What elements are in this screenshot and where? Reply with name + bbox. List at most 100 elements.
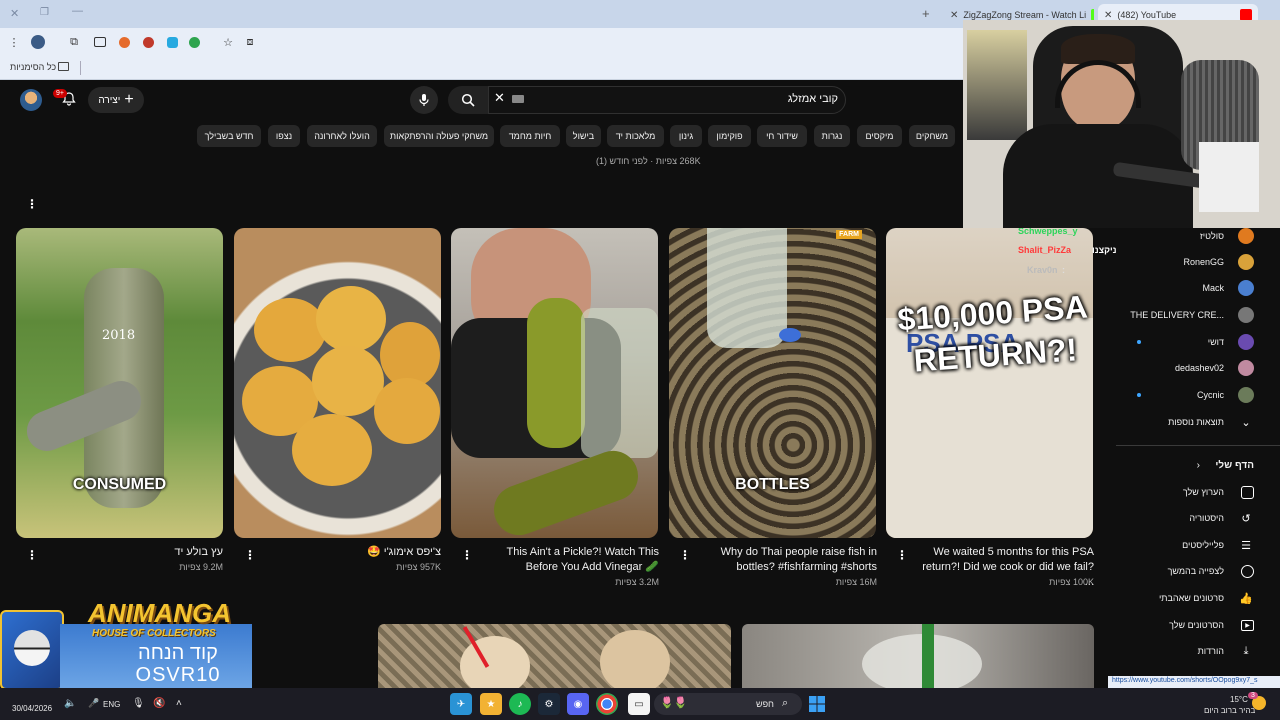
show-more-button[interactable]: תוצאות נוספות ⌄: [1120, 412, 1260, 434]
sidebar-channel[interactable]: RonenGG: [1120, 252, 1260, 274]
chip-gardening[interactable]: גינון: [670, 125, 702, 147]
weather-desc: בהיר ברוב היום: [1204, 706, 1256, 715]
short-thumbnail[interactable]: [234, 228, 441, 538]
wall-art: [967, 30, 1027, 140]
windows-start-icon[interactable]: [806, 693, 828, 715]
plus-icon: +: [124, 91, 134, 108]
sidebar-channel[interactable]: דושי: [1120, 332, 1260, 354]
file-explorer-icon[interactable]: ▭: [628, 693, 650, 715]
mute-icon[interactable]: 🔇: [153, 698, 165, 709]
short-title[interactable]: צ'יפס אימוג'י 🤩: [258, 545, 441, 560]
sidebar-item-playlists[interactable]: פלייליסטים ☰: [1120, 535, 1260, 557]
you-heading[interactable]: הדף שלי ›: [1120, 455, 1260, 477]
chrome-app-icon[interactable]: [596, 693, 618, 715]
short-more-kebab-icon[interactable]: ⋮: [244, 549, 256, 561]
sidebar-item-your-videos[interactable]: הסרטונים שלך ▶: [1120, 615, 1260, 637]
short-more-kebab-icon[interactable]: ⋮: [896, 549, 908, 561]
new-tab-button[interactable]: +: [922, 6, 930, 21]
window-restore-icon[interactable]: ❐: [40, 7, 49, 18]
sidebar-channel[interactable]: Cycnic: [1120, 385, 1260, 407]
extension-icon[interactable]: [164, 34, 180, 50]
clear-search-icon[interactable]: ✕: [494, 90, 505, 106]
all-bookmarks-link[interactable]: כל הסימניות: [10, 62, 56, 72]
sidebar-item-history[interactable]: היסטוריה ↺: [1120, 508, 1260, 530]
shorts-menu-kebab-icon[interactable]: ⋮: [26, 198, 38, 210]
extension-icon[interactable]: [92, 34, 108, 50]
menu-kebab-icon[interactable]: ⋮: [6, 34, 22, 50]
app-icon[interactable]: ★: [480, 693, 502, 715]
sidebar-item-liked[interactable]: סרטונים שאהבתי 👍: [1120, 588, 1260, 610]
tray-chevron-up-icon[interactable]: ˄: [176, 698, 182, 709]
chip-carpentry[interactable]: נגרות: [814, 125, 850, 147]
chevron-right-icon: ›: [1196, 460, 1200, 471]
search-query: קובי אמזלג: [787, 93, 838, 105]
tab-close-icon[interactable]: ✕: [950, 10, 958, 21]
window-minimize-icon[interactable]: —: [72, 5, 83, 17]
clock-date[interactable]: 30/04/2026: [12, 704, 52, 713]
short-thumbnail[interactable]: [742, 624, 1094, 688]
spotify-app-icon[interactable]: ♪: [509, 693, 531, 715]
extension-icon[interactable]: [116, 34, 132, 50]
glass-bottle: [707, 228, 787, 348]
channel-name: דושי: [1207, 337, 1224, 347]
tray-icon[interactable]: 🎙: [132, 698, 145, 709]
short-more-kebab-icon[interactable]: ⋮: [461, 549, 473, 561]
extensions-icon[interactable]: ⧉: [66, 34, 82, 50]
chip-cooking[interactable]: בישול: [566, 125, 601, 147]
tab-close-icon[interactable]: ✕: [1104, 10, 1112, 21]
short-title[interactable]: עץ בולע יד: [40, 545, 223, 560]
speaker-icon[interactable]: 🔈: [64, 698, 76, 709]
window-close-icon[interactable]: ✕: [10, 7, 19, 20]
short-thumbnail[interactable]: [451, 228, 658, 538]
short-more-kebab-icon[interactable]: ⋮: [26, 549, 38, 561]
steam-app-icon[interactable]: ⚙: [538, 693, 560, 715]
sidebar-item-your-channel[interactable]: הערוץ שלך: [1120, 482, 1260, 504]
chip-action-adventure[interactable]: משחקי פעולה והרפתקאות: [384, 125, 494, 147]
chip-pokemon[interactable]: פוקימון: [708, 125, 751, 147]
short-thumbnail[interactable]: 2018 CONSUMED: [16, 228, 223, 538]
sidebar-channel[interactable]: THE DELIVERY CRE...: [1120, 305, 1260, 327]
sidebar-channel[interactable]: Mack: [1120, 278, 1260, 300]
egg: [600, 630, 670, 688]
mic-icon[interactable]: 🎤: [88, 698, 99, 709]
extension-icon[interactable]: [140, 34, 156, 50]
profile-icon[interactable]: [30, 34, 46, 50]
create-button[interactable]: יצירה +: [88, 87, 144, 113]
chip-mixes[interactable]: מיקסים: [857, 125, 902, 147]
short-thumbnail[interactable]: [378, 624, 731, 688]
avatar[interactable]: [20, 89, 42, 111]
install-app-icon[interactable]: ⧈: [242, 34, 258, 50]
sidebar-item-watch-later[interactable]: לצפייה בהמשך: [1120, 561, 1260, 583]
short-title[interactable]: This Ain't a Pickle?! Watch This Before …: [474, 545, 660, 575]
chip-new-for-you[interactable]: חדש בשבילך: [197, 125, 261, 147]
chip-pets[interactable]: חיות מחמד: [500, 125, 560, 147]
telegram-app-icon[interactable]: ✈: [450, 693, 472, 715]
sidebar-channel[interactable]: סולטיז: [1120, 226, 1260, 248]
chip-recently-uploaded[interactable]: הועלו לאחרונה: [307, 125, 377, 147]
create-label: יצירה: [98, 94, 121, 106]
chip-crafts[interactable]: מלאכות יד: [607, 125, 664, 147]
short-views: 957K צפיות: [396, 562, 441, 572]
chip-live[interactable]: שידור חי: [757, 125, 807, 147]
short-more-kebab-icon[interactable]: ⋮: [679, 549, 691, 561]
keyboard-icon[interactable]: [512, 95, 524, 103]
weather-temp[interactable]: 15°C: [1230, 695, 1248, 704]
channel-avatar-icon: [1238, 280, 1254, 296]
search-icon: [461, 93, 475, 107]
voice-search-mic-icon[interactable]: [410, 86, 438, 114]
sidebar-item-downloads[interactable]: הורדות ⤓: [1120, 641, 1260, 663]
bookmark-star-icon[interactable]: ☆: [220, 34, 236, 50]
discord-app-icon[interactable]: ◉: [567, 693, 589, 715]
chip-watched[interactable]: נצפו: [268, 125, 300, 147]
pickle: [527, 298, 585, 448]
short-title[interactable]: Why do Thai people raise fish in bottles…: [694, 545, 877, 575]
language-indicator[interactable]: ENG: [103, 700, 120, 709]
chip-games[interactable]: משחקים: [909, 125, 955, 147]
extension-icon[interactable]: [186, 34, 202, 50]
short-thumbnail[interactable]: FARM BOTTLES: [669, 228, 876, 538]
taskbar-search-placeholder: חפש: [756, 699, 774, 709]
search-button[interactable]: [448, 86, 488, 114]
sidebar-item-label: הורדות: [1197, 646, 1224, 656]
channel-name: Mack: [1202, 283, 1224, 293]
sidebar-channel[interactable]: dedashev02: [1120, 358, 1260, 380]
